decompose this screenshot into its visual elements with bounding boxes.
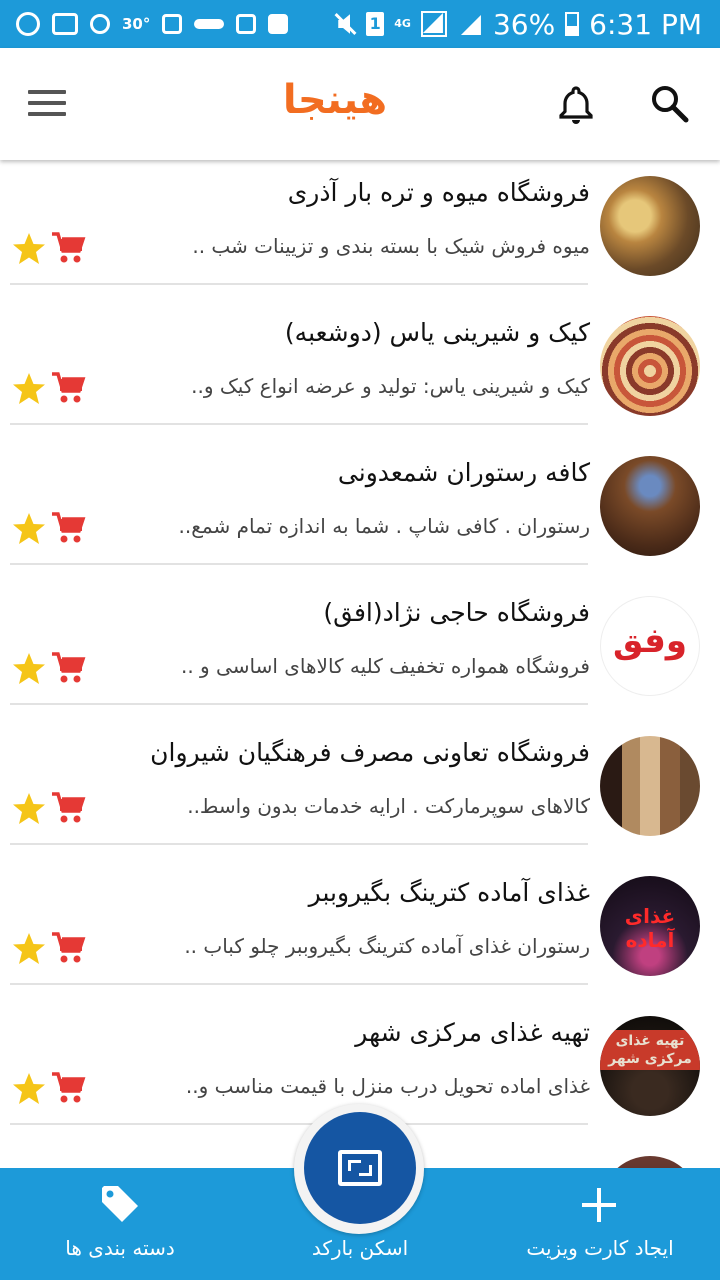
instagram-icon xyxy=(90,14,110,34)
business-description: رستوران غذای آماده کترینگ بگیروببر چلو ک… xyxy=(184,934,590,958)
cart-icon[interactable] xyxy=(50,930,86,966)
business-thumbnail xyxy=(600,1156,700,1168)
key-icon xyxy=(194,19,225,29)
hamburger-menu-icon[interactable] xyxy=(28,90,68,120)
temperature-text: 30° xyxy=(122,15,151,33)
categories-label: دسته بندی ها xyxy=(65,1236,175,1260)
business-description: رستوران . کافی شاپ . شما به اندازه تمام … xyxy=(178,514,590,538)
plus-icon xyxy=(582,1188,616,1222)
list-item[interactable]: غذای آماده غذای آماده کترینگ بگیروببر رس… xyxy=(0,860,720,1000)
business-title: فروشگاه تعاونی مصرف فرهنگیان شیروان xyxy=(150,738,590,767)
scan-frame-icon xyxy=(338,1150,382,1186)
image-icon xyxy=(236,14,257,34)
list-item[interactable]: فروشگاه میوه و تره بار آذری میوه فروش شی… xyxy=(0,160,720,300)
star-icon[interactable] xyxy=(12,652,46,686)
notification-icons: 30° xyxy=(16,8,289,40)
business-title: فروشگاه میوه و تره بار آذری xyxy=(287,178,590,207)
business-description: غذای اماده تحویل درب منزل با قیمت مناسب … xyxy=(185,1074,590,1098)
signal-icon-2 xyxy=(457,11,483,37)
business-thumbnail xyxy=(600,736,700,836)
app-bar: هینجا xyxy=(0,48,720,160)
divider xyxy=(10,423,588,425)
list-item[interactable]: فروشگاه تعاونی مصرف فرهنگیان شیروان کالا… xyxy=(0,720,720,860)
business-title: کیک و شیرینی یاس (دوشعبه) xyxy=(284,318,590,347)
star-icon[interactable] xyxy=(12,512,46,546)
bell-icon[interactable] xyxy=(556,84,596,124)
business-thumbnail: وفق xyxy=(600,596,700,696)
list-item[interactable]: وفق فروشگاه حاجی نژاد(افق) فروشگاه هموار… xyxy=(0,580,720,720)
app-logo: هینجا xyxy=(282,77,388,123)
divider xyxy=(10,1123,588,1125)
business-thumbnail xyxy=(600,176,700,276)
divider xyxy=(10,843,588,845)
business-thumbnail xyxy=(600,316,700,416)
business-thumbnail xyxy=(600,456,700,556)
status-bar: 30° 1 4G 36% 6:31 PM xyxy=(0,0,720,48)
clock: 6:31 PM xyxy=(589,7,702,41)
battery-icon xyxy=(565,12,580,36)
thumbnail-caption: تهیه غذای مرکزی شهر xyxy=(600,1030,700,1070)
thumbnail-caption: غذای آماده xyxy=(624,904,676,952)
cart-icon[interactable] xyxy=(50,370,86,406)
cart-icon[interactable] xyxy=(50,230,86,266)
scan-label: اسکن بارکد xyxy=(311,1236,409,1260)
list-item[interactable]: کافه رستوران شمعدونی رستوران . کافی شاپ … xyxy=(0,440,720,580)
business-title: کافه رستوران شمعدونی xyxy=(337,458,590,487)
mute-icon xyxy=(334,12,356,36)
business-title: تهیه غذای مرکزی شهر xyxy=(355,1018,590,1047)
search-icon[interactable] xyxy=(648,82,692,126)
cart-icon[interactable] xyxy=(50,790,86,826)
star-icon[interactable] xyxy=(12,232,46,266)
divider xyxy=(10,703,588,705)
chat-icon xyxy=(16,12,40,36)
scan-barcode-button[interactable] xyxy=(304,1112,416,1224)
tag-icon xyxy=(102,1186,138,1222)
divider xyxy=(10,283,588,285)
star-icon[interactable] xyxy=(12,372,46,406)
business-description: میوه فروش شیک با بسته بندی و تزیینات شب … xyxy=(192,234,590,258)
business-description: فروشگاه همواره تخفیف کلیه کالاهای اساسی … xyxy=(180,654,590,678)
business-thumbnail: غذای آماده xyxy=(600,876,700,976)
thumbnail-caption: وفق xyxy=(612,621,688,661)
tab-categories[interactable]: دسته بندی ها xyxy=(20,1168,220,1280)
divider xyxy=(10,983,588,985)
clipboard-icon xyxy=(162,14,183,34)
business-title: غذای آماده کترینگ بگیروببر xyxy=(308,878,590,907)
mail-icon xyxy=(52,13,78,35)
list-item[interactable]: کیک و شیرینی یاس (دوشعبه) کیک و شیرینی ی… xyxy=(0,300,720,440)
cart-icon[interactable] xyxy=(50,650,86,686)
divider xyxy=(10,563,588,565)
system-indicators: 1 4G 36% 6:31 PM xyxy=(334,6,702,42)
star-icon[interactable] xyxy=(12,1072,46,1106)
business-description: کیک و شیرینی یاس: تولید و عرضه انواع کیک… xyxy=(191,374,590,398)
network-type: 4G xyxy=(394,17,411,30)
battery-percent: 36% xyxy=(492,7,556,41)
star-icon[interactable] xyxy=(12,792,46,826)
flipboard-icon xyxy=(268,14,289,34)
star-icon[interactable] xyxy=(12,932,46,966)
business-description: کالاهای سوپرمارکت . ارایه خدمات بدون واس… xyxy=(187,794,590,818)
cart-icon[interactable] xyxy=(50,510,86,546)
create-card-label: ایجاد کارت ویزیت xyxy=(526,1236,674,1260)
tab-create-card[interactable]: ایجاد کارت ویزیت xyxy=(500,1168,700,1280)
signal-icon xyxy=(420,11,447,37)
business-title: فروشگاه حاجی نژاد(افق) xyxy=(323,598,590,627)
business-list: فروشگاه میوه و تره بار آذری میوه فروش شی… xyxy=(0,160,720,1168)
business-thumbnail: تهیه غذای مرکزی شهر xyxy=(600,1016,700,1116)
sim-slot-icon: 1 xyxy=(366,12,385,36)
cart-icon[interactable] xyxy=(50,1070,86,1106)
